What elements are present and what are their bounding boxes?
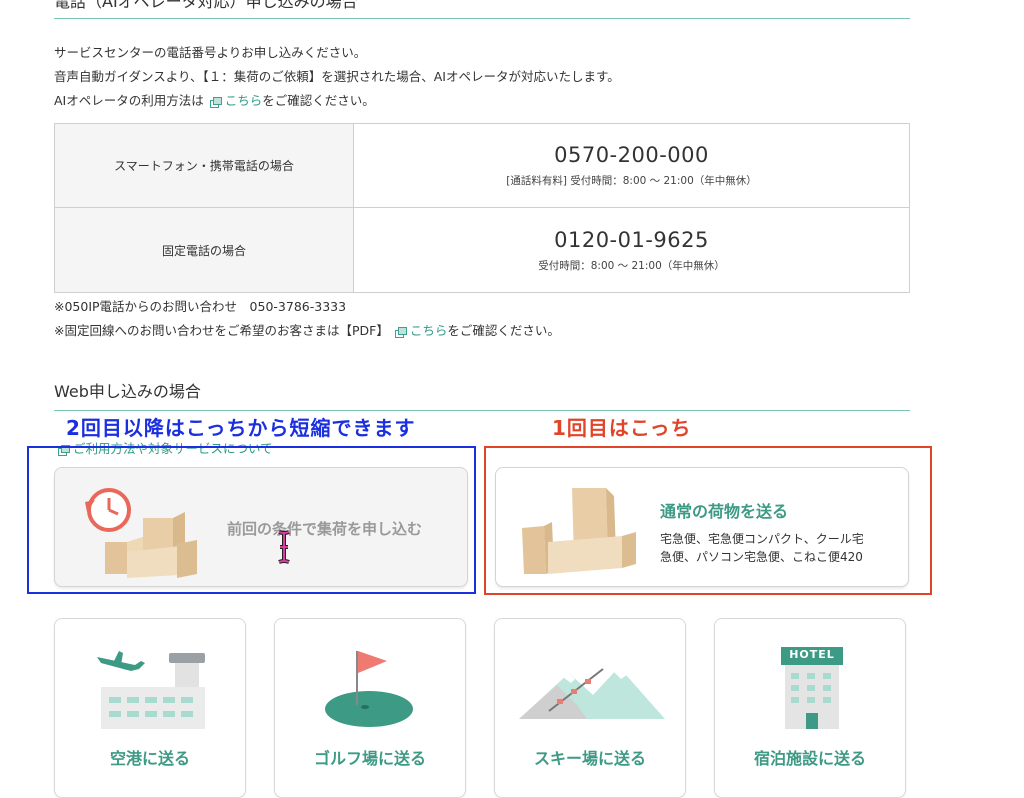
destination-label: ゴルフ場に送る: [313, 749, 426, 768]
table-label-smartphone: スマートフォン・携帯電話の場合: [54, 123, 354, 208]
phone-section-title: 電話（AIオペレータ対応）申し込みの場合: [54, 0, 358, 11]
phone-hours: [通話料有料] 受付時間：8:00 ～ 21:00（年中無休）: [506, 175, 757, 187]
ai-usage-suffix: をご確認ください。: [262, 93, 375, 108]
destination-card-ski[interactable]: スキー場に送る: [494, 618, 686, 798]
fixed-line-prefix: ※固定回線へのお問い合わせをご希望のお客さまは【PDF】: [54, 323, 389, 338]
hotel-sign-text: HOTEL: [789, 648, 835, 661]
destination-label: 空港に送る: [109, 749, 190, 768]
external-link-icon: [394, 327, 407, 338]
phone-intro-line-2: 音声自動ガイダンスより、【１：集荷のご依頼】を選択された場合、AIオペレータが対…: [54, 69, 620, 84]
fixed-line-suffix: をご確認ください。: [447, 323, 560, 338]
blue-annotation-box: [27, 446, 476, 594]
phone-hours: 受付時間：8:00 ～ 21:00（年中無休）: [538, 259, 725, 272]
fixed-line-link[interactable]: こちら: [410, 323, 448, 338]
golf-icon: [325, 651, 413, 727]
ip-phone-note: ※050IP電話からのお問い合わせ 050-3786-3333: [54, 299, 347, 314]
table-value-landline: 0120-01-9625 受付時間：8:00 ～ 21:00（年中無休）: [353, 207, 910, 293]
destination-label: スキー場に送る: [533, 749, 646, 768]
table-row: スマートフォン・携帯電話の場合 0570-200-000 [通話料有料] 受付時…: [54, 123, 910, 208]
red-annotation-text: 1回目はこっち: [552, 416, 692, 440]
blue-annotation-text: 2回目以降はこっちから短縮できます: [66, 416, 416, 440]
phone-number[interactable]: 0120-01-9625: [354, 228, 909, 252]
ai-usage-line: AIオペレータの利用方法は こちらをご確認ください。: [54, 90, 375, 112]
ai-usage-prefix: AIオペレータの利用方法は: [54, 93, 204, 108]
airport-icon: [97, 651, 205, 729]
table-label-landline: 固定電話の場合: [54, 207, 354, 293]
ski-icon: [519, 667, 665, 719]
phone-section-divider: [54, 18, 910, 19]
phone-number-table: スマートフォン・携帯電話の場合 0570-200-000 [通話料有料] 受付時…: [54, 123, 910, 293]
destination-card-golf[interactable]: ゴルフ場に送る: [274, 618, 466, 798]
destination-card-airport[interactable]: 空港に送る: [54, 618, 246, 798]
table-row: 固定電話の場合 0120-01-9625 受付時間：8:00 ～ 21:00（年…: [54, 207, 910, 293]
fixed-line-note: ※固定回線へのお問い合わせをご希望のお客さまは【PDF】 こちらをご確認ください。: [54, 320, 560, 339]
phone-intro-line-1: サービスセンターの電話番号よりお申し込みください。: [54, 45, 367, 60]
web-section-divider: [54, 410, 910, 411]
table-value-smartphone: 0570-200-000 [通話料有料] 受付時間：8:00 ～ 21:00（年…: [353, 123, 910, 208]
external-link-icon: [209, 97, 222, 108]
destination-label: 宿泊施設に送る: [753, 749, 866, 768]
red-annotation-box: [484, 446, 932, 595]
phone-number[interactable]: 0570-200-000: [354, 143, 909, 167]
web-section-title: Web申し込みの場合: [54, 382, 201, 401]
ai-usage-link[interactable]: こちら: [225, 93, 263, 108]
destination-card-hotel[interactable]: HOTEL 宿泊施設に送る: [714, 618, 906, 798]
